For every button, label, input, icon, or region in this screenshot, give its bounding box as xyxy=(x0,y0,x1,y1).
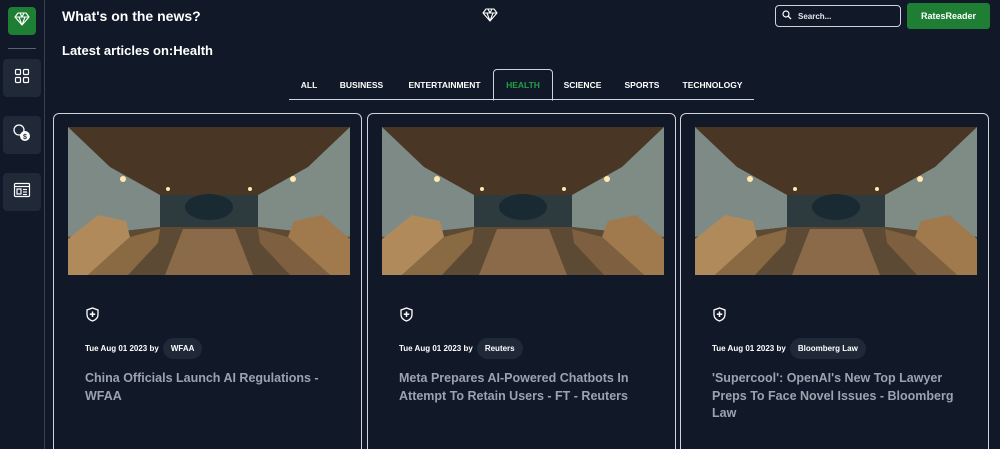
article-date: Tue Aug 01 2023 xyxy=(712,344,775,353)
app-title: What's on the news? xyxy=(62,8,201,24)
search-input[interactable] xyxy=(798,11,893,21)
article-image xyxy=(68,127,350,275)
tab-business[interactable]: BUSINESS xyxy=(329,69,394,100)
tab-health[interactable]: HEALTH xyxy=(493,69,553,101)
article-meta: Tue Aug 01 2023 by WFAA xyxy=(85,338,203,359)
sidebar-divider xyxy=(8,48,36,49)
tab-technology[interactable]: TECHNOLOGY xyxy=(675,69,750,100)
article-title[interactable]: Meta Prepares AI-Powered Chatbots In Att… xyxy=(399,370,654,405)
shield-plus-icon xyxy=(713,307,726,327)
tab-entertainment[interactable]: ENTERTAINMENT xyxy=(396,69,493,100)
article-date: Tue Aug 01 2023 xyxy=(85,344,148,353)
logo-button[interactable] xyxy=(8,7,36,35)
source-badge: WFAA xyxy=(162,338,203,359)
article-meta: Tue Aug 01 2023 by Reuters xyxy=(399,338,523,359)
section-title: Latest articles on:Health xyxy=(62,43,213,58)
diamond-icon xyxy=(14,11,30,31)
article-image xyxy=(382,127,664,275)
article-title[interactable]: China Officials Launch AI Regulations - … xyxy=(85,370,340,405)
sidebar-item-dashboard[interactable] xyxy=(3,59,41,97)
search-box[interactable] xyxy=(775,5,901,27)
sidebar-item-rates[interactable]: $ xyxy=(3,116,41,154)
search-icon xyxy=(782,7,792,25)
sidebar-item-news[interactable] xyxy=(3,173,41,211)
rates-reader-button[interactable]: RatesReader xyxy=(907,3,990,29)
grid-icon xyxy=(14,68,30,89)
shield-plus-icon xyxy=(86,307,99,327)
svg-text:$: $ xyxy=(23,134,27,141)
article-by: by xyxy=(149,344,159,353)
tab-science[interactable]: SCIENCE xyxy=(556,69,609,100)
article-card[interactable]: Tue Aug 01 2023 by Reuters Meta Prepares… xyxy=(367,113,676,449)
shield-plus-icon xyxy=(400,307,413,327)
source-badge: Reuters xyxy=(476,338,523,359)
tab-sports[interactable]: SPORTS xyxy=(616,69,668,100)
article-title[interactable]: 'Supercool': OpenAI's New Top Lawyer Pre… xyxy=(712,370,967,423)
article-card[interactable]: Tue Aug 01 2023 by Bloomberg Law 'Superc… xyxy=(680,113,989,449)
article-image xyxy=(695,127,977,275)
sidebar: $ xyxy=(0,0,45,449)
coins-icon: $ xyxy=(12,123,32,148)
article-by: by xyxy=(463,344,473,353)
diamond-icon xyxy=(482,8,498,27)
category-tabs: ALL BUSINESS ENTERTAINMENT HEALTH SCIENC… xyxy=(289,69,754,101)
tab-all[interactable]: ALL xyxy=(289,69,329,100)
article-card[interactable]: Tue Aug 01 2023 by WFAA China Officials … xyxy=(53,113,362,449)
article-meta: Tue Aug 01 2023 by Bloomberg Law xyxy=(712,338,866,359)
article-by: by xyxy=(776,344,786,353)
newspaper-icon xyxy=(13,182,31,203)
source-badge: Bloomberg Law xyxy=(789,338,866,359)
article-date: Tue Aug 01 2023 xyxy=(399,344,462,353)
